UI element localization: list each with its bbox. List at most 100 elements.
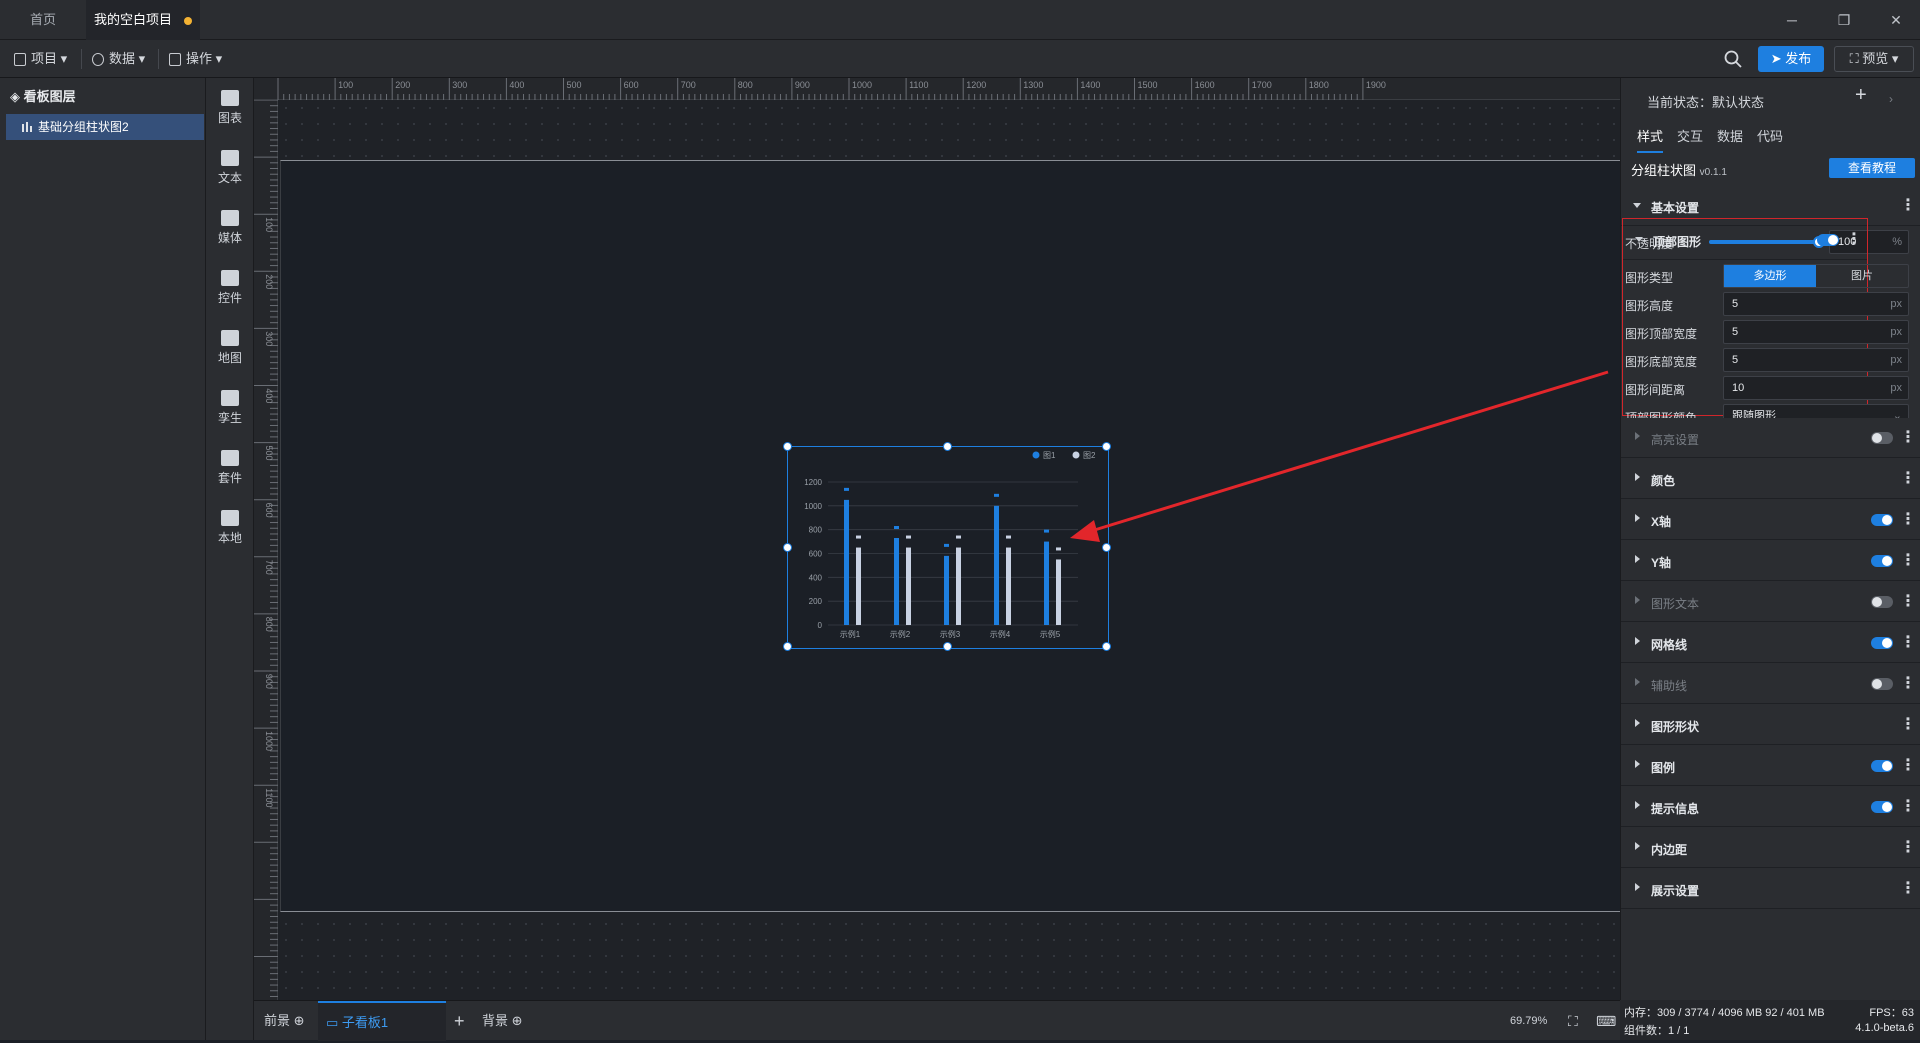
legend-label: 图1 [1043, 451, 1056, 460]
more-icon[interactable] [1900, 468, 1916, 488]
tab-interaction[interactable]: 交互 [1677, 126, 1703, 145]
section-label: X轴 [1651, 515, 1672, 529]
shape-top-width-input[interactable]: 5 px [1723, 320, 1909, 344]
memory-status: 内存：309 / 3774 / 4096 MB 92 / 401 MB [1624, 1007, 1825, 1019]
toggle-switch[interactable] [1817, 234, 1839, 246]
unit-label: px [1890, 382, 1902, 394]
more-icon[interactable] [1900, 195, 1916, 215]
section-2[interactable]: X轴 [1621, 500, 1920, 540]
resize-handle[interactable] [943, 442, 952, 451]
tab-style[interactable]: 样式 [1637, 126, 1664, 153]
more-icon[interactable] [1900, 837, 1916, 857]
tab-project[interactable]: 我的空白项目 [86, 0, 200, 40]
tab-foreground[interactable]: 前景 ⊕ [264, 1001, 305, 1041]
menu-divider [158, 49, 159, 69]
ruler-top-label: 100 [338, 80, 353, 90]
more-icon[interactable] [1900, 591, 1916, 611]
search-icon[interactable] [1724, 50, 1742, 68]
layers-title: ◈ 看板图层 [10, 89, 76, 104]
toggle-switch[interactable] [1871, 801, 1893, 813]
keyboard-icon[interactable]: ⌨ [1596, 1001, 1616, 1041]
ruler-top-label: 600 [624, 80, 639, 90]
shape-height-input[interactable]: 5 px [1723, 292, 1909, 316]
shape-gap-input[interactable]: 10 px [1723, 376, 1909, 400]
comp-chart[interactable]: 图表 [206, 90, 254, 126]
more-icon[interactable] [1900, 632, 1916, 652]
shape-type-polygon[interactable]: 多边形 [1724, 265, 1816, 287]
menu-project[interactable]: 项目 ▾ [14, 40, 67, 78]
comp-chart-label: 图表 [217, 111, 242, 125]
ruler-top-label: 1100 [909, 80, 928, 90]
panel-tabs: 样式 交互 数据 代码 [1621, 118, 1920, 153]
layer-item[interactable]: 基础分组柱状图2 [6, 114, 204, 140]
section-0[interactable]: 高亮设置 [1621, 418, 1920, 458]
resize-handle[interactable] [783, 442, 792, 451]
tutorial-button[interactable]: 查看教程 [1829, 158, 1915, 178]
more-icon[interactable] [1900, 796, 1916, 816]
more-icon[interactable] [1900, 550, 1916, 570]
section-8[interactable]: 图例 [1621, 746, 1920, 786]
comp-media[interactable]: 媒体 [206, 210, 254, 246]
shape-bottom-width-input[interactable]: 5 px [1723, 348, 1909, 372]
toggle-switch[interactable] [1871, 514, 1893, 526]
caret-down-icon [1635, 237, 1643, 242]
toggle-switch[interactable] [1871, 678, 1893, 690]
tab-data[interactable]: 数据 [1717, 126, 1743, 145]
comp-kit[interactable]: 套件 [206, 450, 254, 486]
section-5[interactable]: 网格线 [1621, 623, 1920, 663]
section-7[interactable]: 图形形状 [1621, 705, 1920, 745]
section-4[interactable]: 图形文本 [1621, 582, 1920, 622]
toggle-switch[interactable] [1871, 596, 1893, 608]
comp-control[interactable]: 控件 [206, 270, 254, 306]
toggle-switch[interactable] [1871, 432, 1893, 444]
chevron-right-icon[interactable]: › [1889, 92, 1893, 106]
shape-type-image[interactable]: 图片 [1816, 265, 1908, 287]
add-board-button[interactable]: + [454, 1001, 465, 1041]
more-icon[interactable] [1900, 673, 1916, 693]
more-icon[interactable] [1900, 878, 1916, 898]
tab-sub-board[interactable]: ▭ 子看板1 [318, 1001, 446, 1041]
x-tick-label: 示例3 [940, 629, 961, 639]
more-icon[interactable] [1846, 229, 1862, 249]
minimize-button[interactable]: ─ [1778, 8, 1806, 32]
comp-text[interactable]: 文本 [206, 150, 254, 186]
comp-twin[interactable]: 孪生 [206, 390, 254, 426]
shape-bottom-width-label: 图形底部宽度 [1625, 355, 1698, 369]
menu-divider [81, 49, 82, 69]
fit-screen-icon[interactable]: ⛶ [1568, 1001, 1578, 1041]
menu-ops[interactable]: 操作 ▾ [169, 40, 222, 78]
more-icon[interactable] [1900, 755, 1916, 775]
tab-home[interactable]: 首页 [0, 0, 86, 40]
tab-background[interactable]: 背景 ⊕ [482, 1001, 523, 1041]
resize-handle[interactable] [783, 543, 792, 552]
publish-button[interactable]: ➤ 发布 [1758, 46, 1824, 72]
resize-handle[interactable] [943, 642, 952, 651]
section-10[interactable]: 内边距 [1621, 828, 1920, 868]
shape-bottom-width-row: 图形底部宽度 5 px [1625, 346, 1917, 374]
section-3[interactable]: Y轴 [1621, 541, 1920, 581]
section-1[interactable]: 颜色 [1621, 459, 1920, 499]
menu-data-label: 数据 [109, 51, 136, 66]
resize-handle[interactable] [1102, 642, 1111, 651]
restore-button[interactable]: ❐ [1830, 8, 1858, 32]
shape-gap-label: 图形间距离 [1625, 383, 1686, 397]
toggle-switch[interactable] [1871, 637, 1893, 649]
toggle-switch[interactable] [1871, 555, 1893, 567]
section-6[interactable]: 辅助线 [1621, 664, 1920, 704]
section-top-shape[interactable]: 顶部图形 [1623, 220, 1867, 260]
comp-map[interactable]: 地图 [206, 330, 254, 366]
tab-code[interactable]: 代码 [1757, 126, 1783, 145]
toggle-switch[interactable] [1871, 760, 1893, 772]
comp-local[interactable]: 本地 [206, 510, 254, 546]
section-11[interactable]: 展示设置 [1621, 869, 1920, 909]
add-state-button[interactable]: + [1855, 84, 1867, 107]
more-icon[interactable] [1900, 509, 1916, 529]
preview-button[interactable]: ⛶ 预览 ▾ [1834, 46, 1914, 72]
close-button[interactable]: ✕ [1882, 8, 1910, 32]
resize-handle[interactable] [783, 642, 792, 651]
section-9[interactable]: 提示信息 [1621, 787, 1920, 827]
menu-data[interactable]: 数据 ▾ [92, 40, 145, 78]
more-icon[interactable] [1900, 427, 1916, 447]
zoom-level[interactable]: 69.79% [1510, 1001, 1547, 1041]
more-icon[interactable] [1900, 714, 1916, 734]
